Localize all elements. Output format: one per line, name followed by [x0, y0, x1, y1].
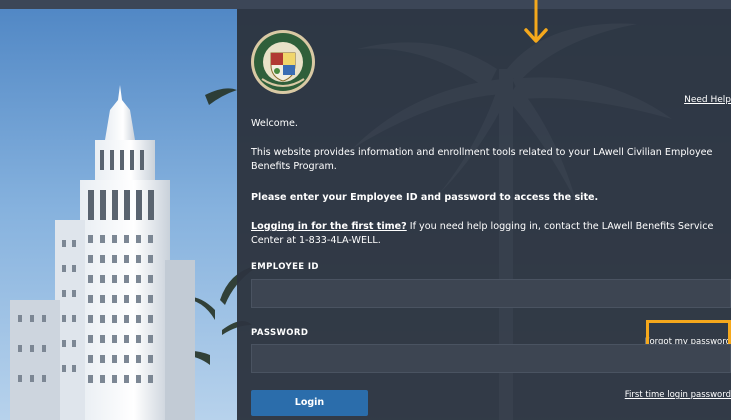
- password-input[interactable]: [251, 344, 731, 373]
- help-paragraph: Logging in for the first time? If you ne…: [251, 220, 731, 248]
- employee-id-label: EMPLOYEE ID: [251, 262, 319, 272]
- login-panel: Need Help Welcome. This website provides…: [237, 9, 731, 420]
- city-seal-logo: [251, 30, 315, 94]
- login-button[interactable]: Login: [251, 390, 368, 416]
- need-help-link[interactable]: Need Help: [684, 95, 731, 105]
- employee-id-input[interactable]: [251, 279, 731, 308]
- instruction-text: Please enter your Employee ID and passwo…: [251, 192, 599, 203]
- first-time-password-link[interactable]: First time login password: [625, 390, 731, 400]
- welcome-text: Welcome.: [251, 118, 298, 129]
- intro-text: This website provides information and en…: [251, 147, 713, 172]
- first-time-login-link[interactable]: Logging in for the first time?: [251, 221, 407, 232]
- arrow-down-icon: [524, 0, 548, 43]
- password-label: PASSWORD: [251, 328, 309, 338]
- login-page: Need Help Welcome. This website provides…: [0, 0, 731, 420]
